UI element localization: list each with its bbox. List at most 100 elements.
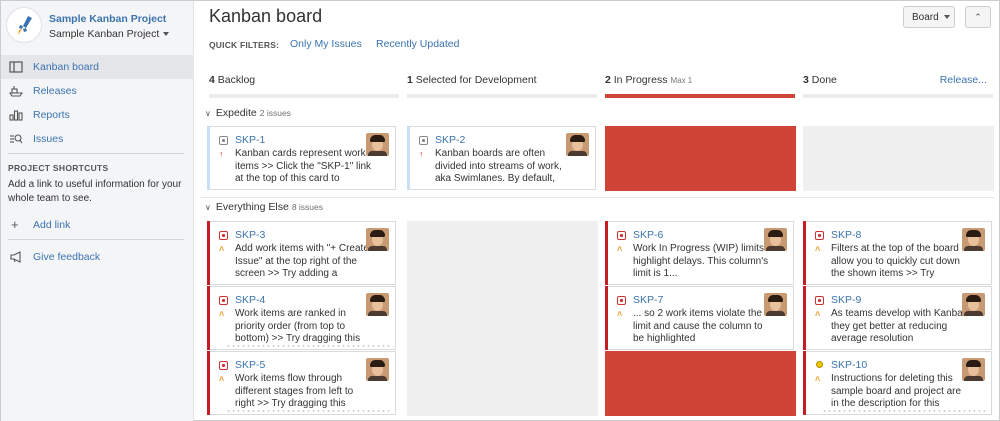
avatar-shirt — [368, 311, 387, 316]
priority-medium-icon: ˄ — [219, 244, 225, 254]
priority-medium-icon: ˄ — [815, 309, 821, 319]
issue-card-skp-6[interactable]: ˄ SKP-6 Work In Progress (WIP) limits hi… — [605, 221, 794, 285]
issue-summary: Kanban cards represent work items >> Cli… — [235, 148, 372, 184]
column-title: 2 In Progress Max 1 — [605, 74, 692, 86]
release-link[interactable]: Release... — [940, 74, 987, 86]
assignee-avatar — [764, 228, 787, 251]
give-feedback-button[interactable]: Give feedback — [1, 247, 194, 267]
column-bar — [803, 94, 993, 98]
story-type-icon — [419, 136, 428, 145]
avatar-hair — [370, 295, 385, 302]
chart-icon — [9, 110, 23, 121]
filter-recently-updated[interactable]: Recently Updated — [376, 38, 459, 50]
swimlane-header-expedite[interactable]: ∨ Expedite 2 issues — [205, 107, 291, 119]
avatar-hair — [966, 360, 981, 367]
column-title: 1 Selected for Development — [407, 74, 537, 86]
sidebar-item-releases[interactable]: Releases — [1, 79, 194, 103]
bug-type-icon — [815, 296, 824, 305]
project-avatar[interactable] — [6, 7, 42, 43]
avatar-shirt — [368, 376, 387, 381]
column-header-selected: 1 Selected for Development — [407, 73, 597, 99]
issue-key[interactable]: SKP-9 — [831, 294, 861, 306]
sidebar-item-issues[interactable]: Issues — [1, 127, 194, 151]
issue-key[interactable]: SKP-5 — [235, 359, 265, 371]
issue-card-skp-2[interactable]: ↑ SKP-2 Kanban boards are often divided … — [407, 126, 596, 190]
megaphone-icon — [10, 251, 21, 263]
chevron-down-icon — [943, 15, 950, 20]
issue-card-skp-4[interactable]: ˄ SKP-4 Work items are ranked in priorit… — [207, 286, 396, 350]
sidebar-item-kanban-board[interactable]: Kanban board — [1, 55, 194, 79]
issue-key[interactable]: SKP-1 — [235, 134, 265, 146]
issue-card-skp-10[interactable]: ˄ SKP-10 Instructions for deleting this … — [803, 351, 992, 415]
column-header-backlog: 4 Backlog — [209, 73, 399, 99]
project-name[interactable]: Sample Kanban Project — [49, 13, 166, 25]
avatar-shirt — [368, 151, 387, 156]
story-type-icon — [219, 136, 228, 145]
sidebar-item-reports[interactable]: Reports — [1, 103, 194, 127]
assignee-avatar — [366, 133, 389, 156]
column-wip-limit: Max 1 — [670, 76, 693, 85]
column-count: 4 — [209, 74, 215, 86]
assignee-avatar — [566, 133, 589, 156]
add-link-button[interactable]: + Add link — [1, 215, 194, 235]
assignee-avatar — [962, 293, 985, 316]
board-menu-button[interactable]: Board — [903, 6, 955, 28]
priority-highest-icon: ↑ — [419, 149, 424, 159]
priority-medium-icon: ˄ — [815, 374, 821, 384]
issue-key[interactable]: SKP-10 — [831, 359, 867, 371]
issues-search-icon — [10, 134, 23, 144]
bug-type-icon — [617, 296, 626, 305]
wip-over-limit-cell — [605, 351, 796, 416]
avatar-shirt — [766, 311, 785, 316]
plus-icon: + — [11, 217, 19, 232]
issue-key[interactable]: SKP-6 — [633, 229, 663, 241]
assignee-avatar — [366, 358, 389, 381]
wip-over-limit-cell — [605, 126, 796, 191]
avatar-shirt — [368, 246, 387, 251]
issue-key[interactable]: SKP-7 — [633, 294, 663, 306]
card-stripe — [605, 286, 608, 350]
card-grabber[interactable] — [822, 410, 987, 412]
column-bar — [209, 94, 399, 98]
shortcuts-description: Add a link to useful information for you… — [8, 179, 182, 204]
swimlane-header-everything-else[interactable]: ∨ Everything Else 8 issues — [205, 201, 323, 213]
issue-key[interactable]: SKP-2 — [435, 134, 465, 146]
give-feedback-label: Give feedback — [33, 251, 101, 263]
assignee-avatar — [962, 228, 985, 251]
swimlane-count: 8 issues — [291, 202, 323, 212]
issue-card-skp-1[interactable]: ↑ SKP-1 Kanban cards represent work item… — [207, 126, 396, 190]
chevron-down-icon: ∨ — [205, 203, 211, 212]
filter-only-my-issues[interactable]: Only My Issues — [290, 38, 362, 50]
card-stripe — [803, 286, 806, 350]
issue-card-skp-9[interactable]: ˄ SKP-9 As teams develop with Kanban the… — [803, 286, 992, 350]
card-grabber[interactable] — [226, 345, 391, 347]
card-stripe — [207, 351, 210, 415]
project-selector[interactable]: Sample Kanban Project — [49, 28, 170, 40]
sidebar-item-label: Kanban board — [33, 61, 99, 73]
add-link-label: Add link — [33, 219, 71, 231]
issue-summary: Instructions for deleting this sample bo… — [831, 373, 962, 409]
sidebar-item-label: Reports — [33, 109, 70, 121]
shortcuts-title: PROJECT SHORTCUTS — [8, 163, 109, 173]
issue-card-skp-5[interactable]: ˄ SKP-5 Work items flow through differen… — [207, 351, 396, 415]
avatar-shirt — [568, 151, 587, 156]
issue-key[interactable]: SKP-3 — [235, 229, 265, 241]
board-menu-label: Board — [912, 12, 939, 23]
issue-card-skp-7[interactable]: ˄ SKP-7 ... so 2 work items violate the … — [605, 286, 794, 350]
idea-type-icon — [815, 361, 824, 371]
issue-card-skp-3[interactable]: ˄ SKP-3 Add work items with "+ Create Is… — [207, 221, 396, 285]
column-count: 3 — [803, 74, 809, 86]
issue-card-skp-8[interactable]: ˄ SKP-8 Filters at the top of the board … — [803, 221, 992, 285]
column-name: Backlog — [217, 74, 256, 86]
empty-cell — [803, 126, 994, 191]
bug-type-icon — [617, 231, 626, 240]
avatar-shirt — [766, 246, 785, 251]
issue-key[interactable]: SKP-4 — [235, 294, 265, 306]
priority-medium-icon: ˄ — [617, 244, 623, 254]
empty-cell — [407, 221, 598, 416]
card-grabber[interactable] — [226, 410, 391, 412]
issue-key[interactable]: SKP-8 — [831, 229, 861, 241]
card-stripe — [407, 126, 410, 190]
avatar-shirt — [964, 376, 983, 381]
collapse-header-button[interactable]: ⌃ — [965, 6, 991, 28]
